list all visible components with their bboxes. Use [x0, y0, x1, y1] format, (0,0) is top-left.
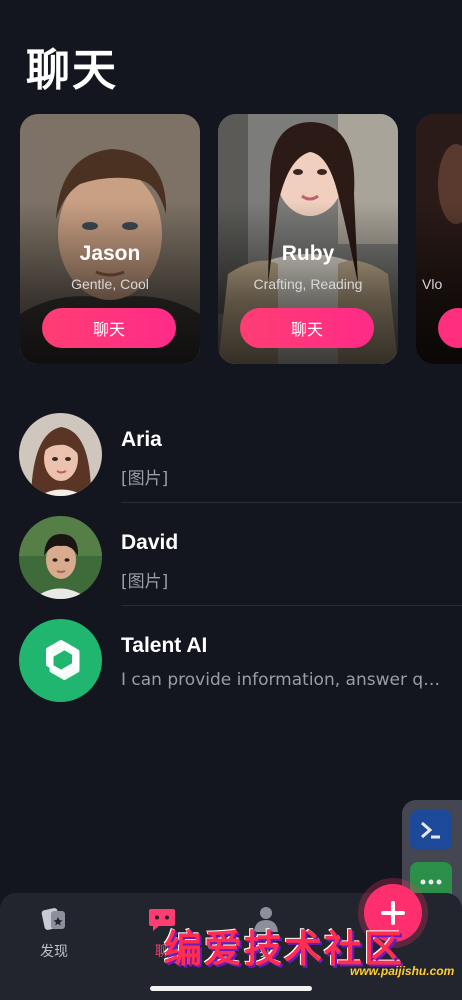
featured-name: Ruby: [281, 242, 335, 265]
featured-tags: Gentle, Cool: [71, 276, 149, 292]
featured-name: Jason: [79, 242, 141, 265]
featured-card-ruby[interactable]: Ruby Crafting, Reading 聊天: [218, 114, 398, 364]
chat-button[interactable]: 聊天: [240, 308, 374, 348]
conversation-name: Talent AI: [121, 634, 208, 657]
conversation-item-talent-ai[interactable]: Talent AI I can provide information, ans…: [0, 606, 462, 709]
conversation-item-aria[interactable]: Aria [图片]: [0, 400, 462, 503]
conversation-item-david[interactable]: David [图片]: [0, 503, 462, 606]
avatar: [19, 413, 102, 496]
cards-icon: [41, 908, 65, 930]
featured-card-partial[interactable]: Vlo: [416, 114, 462, 364]
featured-tags: Crafting, Reading: [253, 276, 363, 292]
conversation-preview: [图片]: [121, 572, 169, 592]
chat-button[interactable]: 聊天: [42, 308, 176, 348]
conversation-preview: I can provide information, answer qu...: [121, 670, 441, 690]
avatar: [19, 516, 102, 599]
terminal-icon[interactable]: [410, 810, 452, 850]
featured-tags: Vlo: [422, 276, 443, 292]
nav-discover[interactable]: 发现: [14, 905, 94, 961]
conversation-preview: [图片]: [121, 469, 169, 489]
nav-label: 发现: [40, 944, 68, 960]
conversation-list: Aria [图片] David [图片] Talent AI I can pro…: [0, 400, 462, 709]
openai-logo-icon: [19, 619, 102, 702]
conversation-name: Aria: [121, 428, 162, 451]
featured-card-jason[interactable]: Jason Gentle, Cool 聊天: [20, 114, 200, 364]
home-indicator[interactable]: [150, 986, 312, 991]
featured-carousel[interactable]: Jason Gentle, Cool 聊天 Ruby Crafting, Rea…: [20, 114, 462, 366]
watermark-url: www.paijishu.com: [350, 964, 455, 978]
conversation-name: David: [121, 531, 179, 554]
page-title: 聊天: [26, 45, 118, 96]
